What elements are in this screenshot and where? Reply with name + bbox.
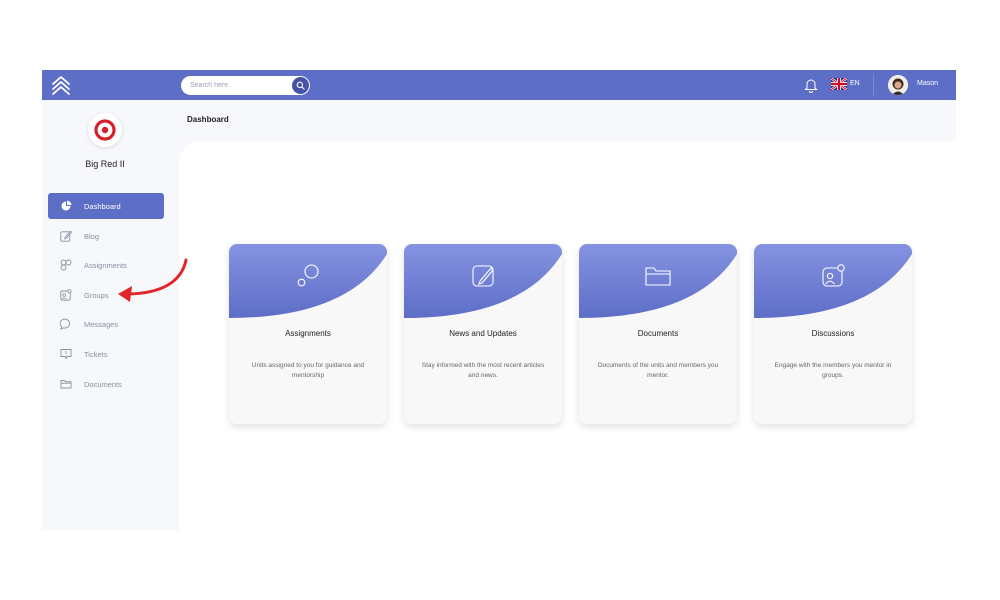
search-button[interactable]: [292, 77, 309, 94]
card-title: Assignments: [285, 329, 331, 338]
circles-icon: [60, 259, 72, 271]
brand-logo: [88, 113, 122, 147]
card-discussions[interactable]: Discussions Engage with the members you …: [754, 244, 912, 424]
app-logo-icon[interactable]: [50, 74, 72, 96]
target-logo-icon: [94, 119, 116, 141]
card-title: News and Updates: [449, 329, 517, 338]
search-input[interactable]: [190, 79, 285, 92]
edit-icon: [472, 265, 494, 287]
brand-name: Big Red II: [85, 159, 125, 169]
sidebar-item-label: Tickets: [84, 349, 108, 359]
folder-icon: [645, 267, 671, 286]
user-name[interactable]: Mason: [917, 80, 938, 87]
sidebar-item-label: Dashboard: [84, 202, 121, 211]
search-icon: [296, 81, 305, 90]
sidebar-item-documents[interactable]: Documents: [48, 371, 164, 397]
header-divider: [873, 75, 874, 95]
card-description: Engage with the members you mentor in gr…: [774, 362, 892, 379]
breadcrumb: Dashboard: [187, 115, 229, 124]
sidebar-item-blog[interactable]: Blog: [48, 223, 164, 249]
sidebar-item-label: Groups: [84, 290, 109, 300]
card-description: Stay informed with the most recent artic…: [421, 362, 545, 379]
card-description: Documents of the units and members you m…: [597, 362, 719, 379]
sidebar-item-messages[interactable]: Messages: [48, 311, 164, 337]
avatar[interactable]: [888, 75, 908, 95]
pie-chart-icon: [61, 200, 72, 211]
language-label[interactable]: EN: [850, 80, 860, 87]
sidebar-item-label: Blog: [84, 231, 100, 241]
circles-icon: [297, 264, 319, 287]
ticket-icon: [60, 349, 72, 360]
card-title: Discussions: [811, 329, 855, 338]
sidebar-item-tickets[interactable]: Tickets: [48, 341, 164, 367]
uk-flag-icon[interactable]: [831, 78, 847, 90]
top-bar: EN Mason: [42, 70, 956, 100]
group-icon: [60, 289, 72, 301]
card-title: Documents: [637, 329, 679, 338]
sidebar-item-dashboard[interactable]: Dashboard: [48, 193, 164, 219]
chat-bubble-icon: [60, 319, 71, 331]
folder-icon: [60, 379, 72, 389]
search-box: [181, 76, 310, 95]
edit-icon: [60, 230, 72, 242]
card-news-and-updates[interactable]: News and Updates Stay informed with the …: [404, 244, 562, 424]
user-avatar-icon: [888, 75, 908, 95]
sidebar-item-label: Messages: [84, 320, 119, 330]
sidebar-item-label: Documents: [84, 379, 122, 389]
group-icon: [822, 264, 845, 287]
card-assignments[interactable]: Assignments Units assigned to you for gu…: [229, 244, 387, 424]
card-documents[interactable]: Documents Documents of the units and mem…: [579, 244, 737, 424]
annotation-arrow-icon: [118, 258, 188, 302]
card-description: Units assigned to you for guidance and m…: [251, 362, 365, 379]
bell-icon[interactable]: [804, 77, 818, 93]
